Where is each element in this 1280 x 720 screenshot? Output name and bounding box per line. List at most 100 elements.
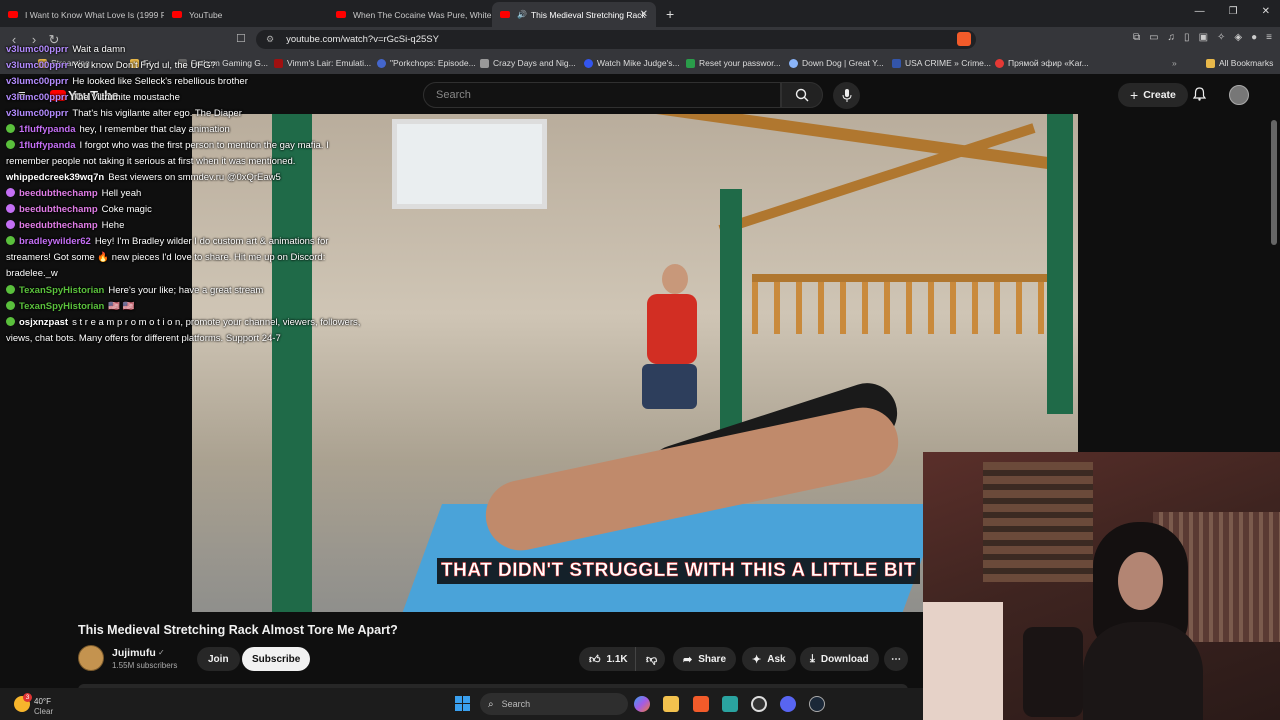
leo-icon[interactable]: ✧ <box>1217 32 1225 43</box>
steam-icon[interactable] <box>809 696 825 712</box>
chat-message: v3lumc00pprr Wait a damn <box>6 44 126 55</box>
subscriber-badge-icon <box>6 317 15 326</box>
minimize-icon[interactable]: — <box>1195 6 1205 17</box>
window-controls: — ❐ ✕ <box>1195 6 1270 17</box>
obs-icon[interactable] <box>751 696 767 712</box>
weather-condition: Clear <box>34 707 54 716</box>
account-avatar[interactable] <box>1229 85 1249 105</box>
bookmark-mike-judge[interactable]: Watch Mike Judge's... <box>584 58 680 68</box>
profile-icon[interactable]: ● <box>1251 32 1257 43</box>
youtube-favicon-icon <box>500 11 510 18</box>
bookmark-porkchops[interactable]: "Porkchops: Episode... <box>377 58 476 68</box>
webcam-background-bed <box>923 602 1003 720</box>
more-bookmarks-icon[interactable]: » <box>1172 58 1177 68</box>
sidebar-area <box>1078 114 1280 454</box>
chat-message: whippedcreek39wq7n Best viewers on smmdev… <box>6 172 281 183</box>
bookmark-usa-crime[interactable]: USA CRIME » Crime... <box>892 58 991 68</box>
windows-start-icon[interactable] <box>455 696 470 711</box>
webcam-bookshelf <box>983 462 1093 582</box>
channel-avatar[interactable] <box>78 645 104 671</box>
search-input[interactable]: Search <box>423 82 781 108</box>
subscriber-badge-icon <box>6 204 15 213</box>
create-button[interactable]: + Create <box>1118 83 1188 107</box>
speaker-icon[interactable]: 🔊 <box>517 10 527 19</box>
close-window-icon[interactable]: ✕ <box>1262 6 1270 17</box>
mike-judge-icon <box>584 58 593 68</box>
sparkle-icon: ✦ <box>752 653 762 666</box>
subscriber-badge-icon <box>6 220 15 229</box>
tab-stretching-rack[interactable]: 🔊 This Medieval Stretching Rack ✕ <box>492 2 656 27</box>
chat-message: 1fluffypanda I forgot who was the first p… <box>6 140 329 167</box>
tab-cocaine-video[interactable]: When The Cocaine Was Pure, White <box>328 2 492 27</box>
tab-label: I Want to Know What Love Is (1999 R <box>25 9 164 20</box>
person-standing <box>637 264 707 454</box>
download-button[interactable]: ⤓ Download <box>800 647 879 671</box>
streamer-face <box>1118 552 1163 610</box>
address-bar[interactable]: ⚙ youtube.com/watch?v=rGcSi-q25SY <box>256 30 976 49</box>
cast-icon[interactable]: ▭ <box>1149 32 1158 43</box>
search-icon: ⌕ <box>488 698 494 710</box>
more-actions-button[interactable]: ⋯ <box>884 647 908 671</box>
channel-row: Jujimufu ✓ 1.55M subscribers Join Subscr… <box>78 645 918 673</box>
share-icon: ➦ <box>683 653 693 666</box>
subscriber-badge-icon <box>6 140 15 149</box>
chat-message: TexanSpyHistorian Here's your like; have … <box>6 283 263 299</box>
tab-love-song[interactable]: I Want to Know What Love Is (1999 R <box>0 2 164 27</box>
notepad-icon[interactable] <box>722 696 738 712</box>
discord-icon[interactable] <box>780 696 796 712</box>
id-icon <box>686 58 695 68</box>
usa-crime-icon <box>892 58 901 68</box>
dislike-button[interactable]: 👎︎ <box>635 647 665 671</box>
page-scrollbar[interactable] <box>1271 120 1277 245</box>
close-tab-icon[interactable]: ✕ <box>640 9 648 20</box>
chat-message: TexanSpyHistorian 🇺🇸 🇺🇸 <box>6 299 135 315</box>
extensions-icon[interactable]: ⧉ <box>1133 32 1140 43</box>
copilot-icon[interactable] <box>634 696 650 712</box>
bookmark-live-stream[interactable]: Прямой эфир «Kar... <box>995 58 1089 68</box>
sidebar-icon[interactable]: ▯ <box>1184 32 1190 43</box>
subscriber-badge-icon <box>6 124 15 133</box>
more-horizontal-icon: ⋯ <box>891 653 901 665</box>
file-explorer-icon[interactable] <box>663 696 679 712</box>
bookmark-down-dog[interactable]: Down Dog | Great Y... <box>789 58 884 68</box>
vpn-icon[interactable]: ◈ <box>1234 32 1242 43</box>
subscribe-button[interactable]: Subscribe <box>242 647 311 671</box>
taskbar-search-input[interactable]: ⌕ Search <box>480 693 628 715</box>
brave-browser-icon[interactable] <box>693 696 709 712</box>
garage-window <box>392 119 547 209</box>
ask-button[interactable]: ✦ Ask <box>742 647 796 671</box>
search-button[interactable] <box>781 82 823 108</box>
microphone-icon <box>842 89 851 102</box>
new-tab-icon[interactable]: + <box>666 6 674 22</box>
site-info-icon[interactable]: ⚙ <box>266 34 274 45</box>
chat-message: beedubthechamp Hell yeah <box>6 186 141 202</box>
green-pillar <box>1047 114 1073 414</box>
bookmark-all[interactable]: All Bookmarks <box>1206 58 1273 68</box>
crazy-days-icon <box>480 58 489 68</box>
tab-youtube[interactable]: YouTube <box>164 2 328 27</box>
bookmark-reset-password[interactable]: Reset your passwor... <box>686 58 781 68</box>
streamer-webcam <box>923 452 1280 720</box>
verified-icon: ✓ <box>158 648 165 657</box>
browser-tab-bar: I Want to Know What Love Is (1999 R YouT… <box>0 0 1280 27</box>
share-button[interactable]: ➦ Share <box>673 647 737 671</box>
brave-shield-icon[interactable] <box>957 32 971 46</box>
music-icon[interactable]: ♫ <box>1168 32 1176 43</box>
url-text: youtube.com/watch?v=rGcSi-q25SY <box>286 34 439 45</box>
bookmark-icon[interactable]: ☐ <box>236 32 246 45</box>
join-button[interactable]: Join <box>197 647 240 671</box>
channel-name[interactable]: Jujimufu <box>112 647 156 659</box>
bell-icon[interactable] <box>1192 87 1207 104</box>
youtube-favicon-icon <box>336 11 346 18</box>
maximize-icon[interactable]: ❐ <box>1229 6 1238 17</box>
bookmark-crazy-days[interactable]: Crazy Days and Nig... <box>480 58 576 68</box>
wallet-icon[interactable]: ▣ <box>1199 32 1208 43</box>
chat-message: v3lumc00pprr He looked like Selleck's reb… <box>6 76 248 87</box>
bookmark-vimms-lair[interactable]: Vimm's Lair: Emulati... <box>274 58 371 68</box>
voice-search-button[interactable] <box>833 82 860 109</box>
windows-taskbar: 3 40°F Clear ⌕ Search <box>0 688 923 720</box>
menu-icon[interactable]: ≡ <box>1266 32 1272 43</box>
subscriber-badge-icon <box>6 188 15 197</box>
like-button[interactable]: 👍︎ 1.1K <box>579 647 635 671</box>
chat-message: v3lumc00pprr You know Don't Fryd ul, the … <box>6 60 216 71</box>
